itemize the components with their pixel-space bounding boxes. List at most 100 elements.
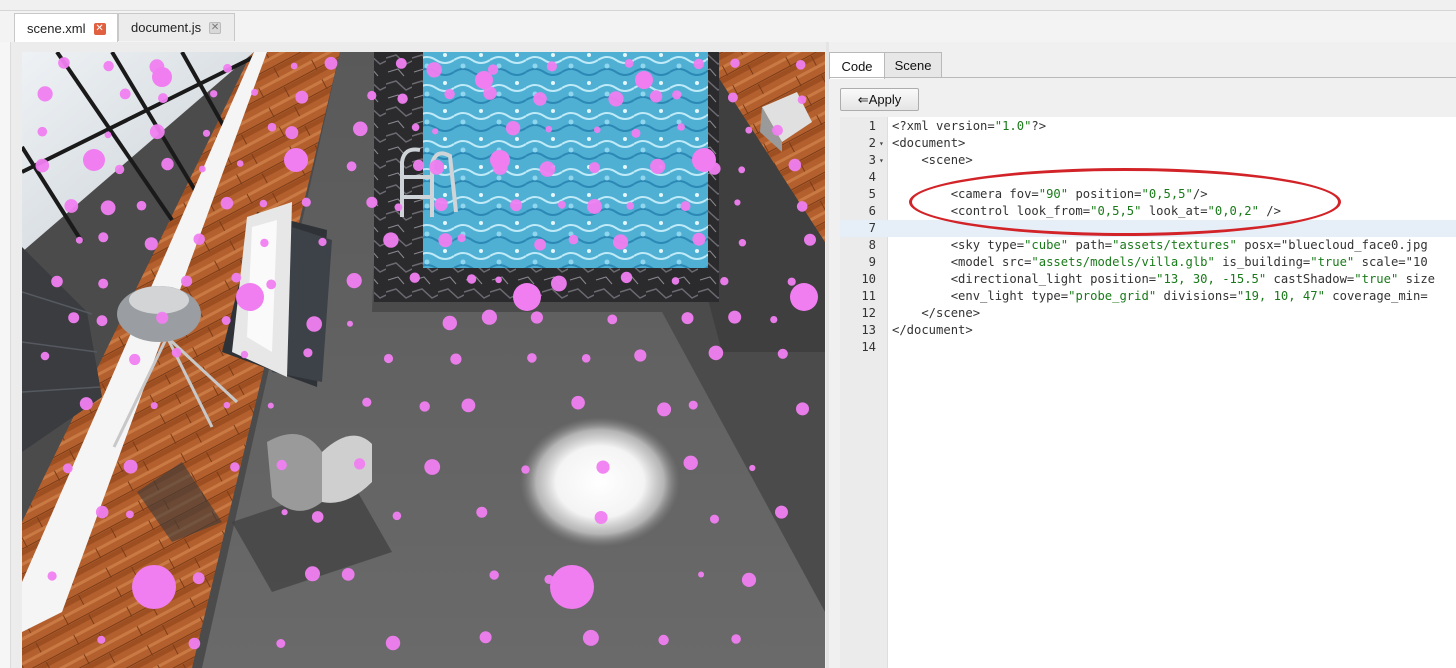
light-probe-marker	[624, 59, 634, 68]
tab-document-js[interactable]: document.js ✕	[118, 13, 235, 41]
line-number: 9	[868, 255, 876, 269]
code-line[interactable]: 14	[840, 339, 1456, 356]
light-probe-marker	[479, 631, 492, 644]
light-probe-marker	[324, 56, 338, 70]
fold-toggle-icon[interactable]: ▾	[879, 152, 884, 169]
light-probe-marker	[450, 353, 462, 365]
line-number: 10	[861, 272, 876, 286]
tab-scene[interactable]: Scene	[884, 52, 942, 78]
code-line[interactable]: 5 <camera fov="90" position="0,5,5"/>	[840, 186, 1456, 203]
light-probe-marker	[223, 63, 232, 73]
light-probe-marker	[161, 157, 174, 171]
light-probe-marker	[119, 88, 131, 100]
light-probe-marker	[426, 62, 442, 78]
apply-button[interactable]: ⇐ Apply	[840, 88, 919, 111]
code-line[interactable]: 13 </document>	[840, 322, 1456, 339]
line-text: <env_light type="probe_grid" divisions="…	[892, 289, 1428, 303]
light-probe-marker	[527, 353, 537, 363]
light-probe-marker	[346, 161, 357, 172]
light-probe-marker	[367, 90, 377, 101]
line-text: <scene>	[892, 153, 973, 167]
code-line[interactable]: 6 <control look_from="0,5,5" look_at="0,…	[840, 203, 1456, 220]
light-probe-marker	[657, 402, 672, 417]
light-probe-marker	[708, 345, 724, 361]
light-probe-marker	[152, 67, 172, 87]
light-probe-marker	[775, 505, 788, 519]
line-text: <?xml version="1.0"?>	[892, 119, 1047, 133]
3d-viewport[interactable]	[22, 52, 825, 668]
light-probe-marker	[429, 159, 445, 175]
line-text: <control look_from="0,5,5" look_at="0,0,…	[892, 204, 1281, 218]
light-probe-marker	[98, 232, 109, 243]
light-probe-marker	[731, 634, 741, 644]
light-probe-marker	[671, 277, 680, 285]
light-probe-marker	[267, 122, 277, 132]
light-probe-marker	[64, 199, 79, 213]
light-probe-marker	[104, 131, 112, 139]
line-number: 4	[868, 170, 876, 184]
light-probe-marker	[318, 237, 327, 247]
light-probe-marker	[688, 400, 698, 410]
code-line[interactable]: 4	[840, 169, 1456, 186]
code-line[interactable]: 8 <sky type="cube" path="assets/textures…	[840, 237, 1456, 254]
light-probe-marker	[192, 572, 205, 585]
code-line[interactable]: 12 </scene>	[840, 305, 1456, 322]
light-probe-marker	[475, 71, 493, 89]
code-editor[interactable]: 1 <?xml version="1.0"?> 2 ▾ <document> 3 ▾ <sc…	[840, 117, 1456, 668]
line-number: 6	[868, 204, 876, 218]
light-probe-marker	[587, 199, 602, 214]
light-probe-marker	[267, 402, 274, 409]
light-probe-marker	[777, 348, 788, 359]
line-number: 7	[868, 221, 876, 235]
light-probe-marker	[730, 58, 740, 68]
tab-scene-xml[interactable]: scene.xml ✕	[14, 13, 118, 43]
light-probe-marker	[795, 60, 806, 70]
close-icon[interactable]: ✕	[209, 21, 222, 34]
light-probe-marker	[251, 88, 259, 96]
light-probe-marker	[571, 395, 585, 410]
light-probe-marker	[383, 232, 399, 248]
light-probe-marker	[626, 202, 635, 210]
line-text: </scene>	[892, 306, 981, 320]
light-probe-marker	[539, 161, 556, 177]
close-icon[interactable]: ✕	[93, 22, 106, 35]
light-probe-marker	[37, 86, 53, 102]
light-probe-marker	[692, 148, 716, 172]
light-probe-marker	[193, 233, 205, 245]
code-line[interactable]: 9 <model src="assets/models/villa.glb" i…	[840, 254, 1456, 271]
light-probe-marker	[521, 465, 530, 474]
light-probe-marker	[123, 459, 138, 474]
light-probe-marker	[290, 62, 298, 70]
light-probe-marker	[295, 90, 309, 104]
light-probe-marker	[680, 201, 691, 212]
light-probe-marker	[132, 565, 176, 609]
light-probe-marker	[220, 196, 234, 210]
light-probe-marker	[698, 571, 705, 578]
light-probe-marker	[223, 401, 231, 409]
light-probe-marker	[804, 233, 816, 246]
light-probe-marker	[181, 275, 193, 287]
line-text: </document>	[892, 323, 973, 337]
light-probe-marker	[720, 277, 729, 286]
code-line[interactable]: 1 <?xml version="1.0"?>	[840, 118, 1456, 135]
light-probe-marker	[144, 237, 158, 251]
code-line[interactable]: 11 <env_light type="probe_grid" division…	[840, 288, 1456, 305]
light-probe-marker	[727, 92, 738, 103]
light-probe-marker	[510, 199, 523, 212]
light-probe-marker	[385, 635, 401, 651]
light-probe-marker	[158, 93, 168, 104]
light-probe-marker	[75, 236, 83, 244]
code-line[interactable]: 3 ▾ <scene>	[840, 152, 1456, 169]
code-line[interactable]: 10 <directional_light position="13, 30, …	[840, 271, 1456, 288]
light-probe-marker	[409, 272, 420, 283]
light-probe-marker	[650, 158, 666, 174]
light-probe-marker	[692, 232, 706, 246]
code-line[interactable]: 2 ▾ <document>	[840, 135, 1456, 152]
light-probe-marker	[114, 164, 125, 175]
light-probe-marker	[266, 279, 277, 290]
fold-toggle-icon[interactable]: ▾	[879, 135, 884, 152]
light-probe-marker	[596, 460, 610, 474]
code-line[interactable]: 7	[840, 220, 1456, 237]
light-probe-marker	[513, 283, 541, 311]
tab-code[interactable]: Code	[829, 52, 885, 79]
